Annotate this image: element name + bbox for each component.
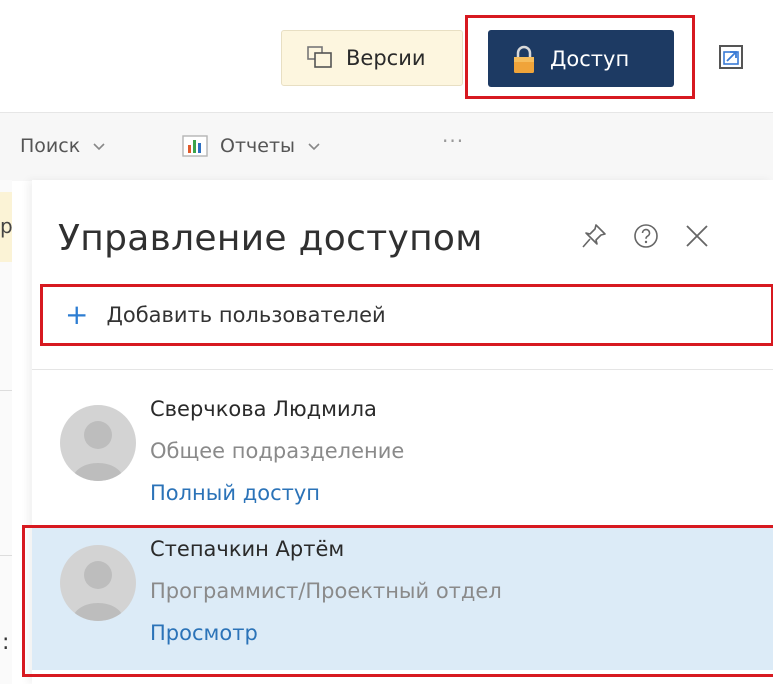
background-divider xyxy=(0,390,12,391)
selected-user-highlight xyxy=(22,525,773,677)
background-colon: : xyxy=(2,630,10,655)
avatar-icon xyxy=(72,421,124,481)
user-permission-link[interactable]: Полный доступ xyxy=(150,481,320,505)
user-name: Сверчкова Людмила xyxy=(150,397,377,421)
access-button-highlight xyxy=(465,15,695,99)
pin-icon[interactable] xyxy=(580,222,608,250)
menu-search-label: Поиск xyxy=(20,135,81,157)
popout-icon[interactable] xyxy=(717,43,747,73)
background-app-strip: р : xyxy=(0,180,12,684)
help-icon[interactable] xyxy=(632,222,660,250)
background-text-fragment: р xyxy=(0,214,12,238)
background-divider xyxy=(0,555,12,556)
user-list-item[interactable]: Сверчкова Людмила Общее подразделение По… xyxy=(32,385,773,530)
chevron-down-icon xyxy=(308,143,320,151)
add-users-label: Добавить пользователей xyxy=(106,303,386,327)
close-icon[interactable] xyxy=(684,223,710,249)
versions-button[interactable]: Версии xyxy=(281,30,463,86)
menu-more-button[interactable]: ··· xyxy=(442,129,464,153)
menu-reports[interactable]: Отчеты xyxy=(182,135,321,157)
chevron-down-icon xyxy=(93,143,105,151)
menu-reports-label: Отчеты xyxy=(220,135,296,157)
menu-bar: Поиск Отчеты ··· xyxy=(0,112,773,181)
user-department: Общее подразделение xyxy=(150,439,405,463)
avatar xyxy=(60,405,136,481)
add-users-button[interactable]: + Добавить пользователей xyxy=(40,284,773,346)
divider xyxy=(32,369,773,370)
plus-icon: + xyxy=(65,298,89,331)
more-icon: ··· xyxy=(442,129,465,153)
top-toolbar: Версии Доступ xyxy=(0,0,773,112)
versions-button-label: Версии xyxy=(346,46,426,70)
reports-icon xyxy=(182,135,208,157)
versions-icon xyxy=(307,46,332,68)
menu-search[interactable]: Поиск xyxy=(20,135,106,157)
access-management-panel: Управление доступом + Добавить пользоват… xyxy=(22,180,773,684)
panel-title: Управление доступом xyxy=(58,218,483,259)
